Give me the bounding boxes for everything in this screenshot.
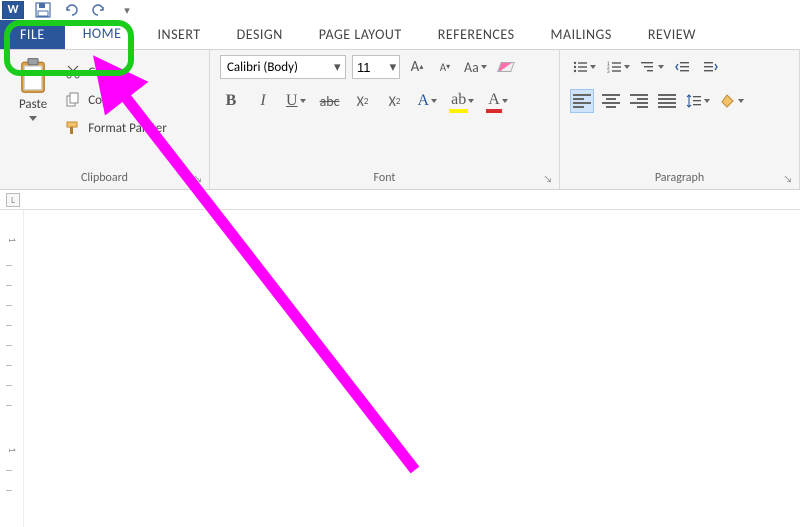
- ribbon: Paste Cut Copy: [0, 50, 800, 190]
- tab-file[interactable]: FILE: [0, 20, 65, 49]
- underline-button[interactable]: U: [284, 89, 308, 113]
- tab-page-layout[interactable]: PAGE LAYOUT: [301, 20, 420, 49]
- format-painter-label: Format Painter: [88, 121, 167, 136]
- ruler-mark: 1: [6, 237, 19, 242]
- align-left-button[interactable]: [570, 89, 594, 113]
- group-clipboard: Paste Cut Copy: [0, 50, 210, 189]
- cut-label: Cut: [88, 65, 106, 80]
- group-clipboard-label: Clipboard ↘: [0, 169, 209, 189]
- numbering-button[interactable]: 123: [604, 55, 632, 79]
- group-paragraph: 123: [560, 50, 800, 189]
- title-bar: W ▾: [0, 0, 800, 20]
- chevron-down-icon[interactable]: ▾: [387, 60, 399, 75]
- font-name-select[interactable]: ▾: [220, 55, 346, 79]
- save-icon[interactable]: [34, 1, 52, 19]
- tab-review[interactable]: REVIEW: [630, 20, 700, 49]
- align-left-icon: [573, 94, 591, 108]
- quick-access-toolbar: ▾: [34, 1, 136, 19]
- cut-button[interactable]: Cut: [64, 61, 199, 83]
- align-right-button[interactable]: [628, 89, 650, 113]
- align-center-icon: [602, 94, 620, 108]
- paste-dropdown-icon[interactable]: [29, 116, 37, 121]
- bullets-button[interactable]: [570, 55, 598, 79]
- font-size-select[interactable]: ▾: [352, 55, 400, 79]
- tab-mailings[interactable]: MAILINGS: [533, 20, 630, 49]
- undo-icon[interactable]: [62, 1, 80, 19]
- tab-design[interactable]: DESIGN: [219, 20, 301, 49]
- clipboard-icon: [18, 57, 48, 95]
- app-icon: W: [2, 1, 24, 19]
- tab-insert[interactable]: INSERT: [140, 20, 219, 49]
- increase-indent-button[interactable]: [700, 55, 722, 79]
- clipboard-launcher-icon[interactable]: ↘: [193, 173, 203, 183]
- scissors-icon: [64, 63, 82, 81]
- paste-button[interactable]: Paste: [10, 55, 56, 169]
- text-effects-button[interactable]: A: [416, 89, 440, 113]
- document-page[interactable]: [24, 210, 800, 527]
- align-right-icon: [630, 94, 648, 108]
- align-center-button[interactable]: [600, 89, 622, 113]
- font-color-button[interactable]: A: [486, 89, 510, 113]
- group-font: ▾ ▾ A▴ A▾ Aa B I U abc X2 X2 A ab: [210, 50, 560, 189]
- tab-references[interactable]: REFERENCES: [420, 20, 533, 49]
- paste-label: Paste: [19, 97, 47, 112]
- eraser-icon: [497, 62, 515, 72]
- svg-text:3: 3: [607, 69, 610, 75]
- multilevel-list-button[interactable]: [638, 55, 666, 79]
- ruler-mark: 1: [6, 447, 19, 452]
- document-area: 1 1: [0, 210, 800, 527]
- group-paragraph-label: Paragraph ↘: [560, 169, 799, 189]
- copy-button[interactable]: Copy: [64, 89, 199, 111]
- font-launcher-icon[interactable]: ↘: [543, 173, 553, 183]
- tab-selector[interactable]: L: [6, 193, 20, 207]
- horizontal-ruler[interactable]: L: [0, 190, 800, 210]
- bold-button[interactable]: B: [220, 89, 242, 113]
- font-name-input[interactable]: [221, 60, 330, 75]
- change-case-button[interactable]: Aa: [462, 55, 489, 79]
- paintbrush-icon: [64, 119, 82, 137]
- tab-home[interactable]: HOME: [65, 20, 140, 49]
- superscript-button[interactable]: X2: [384, 89, 406, 113]
- font-size-input[interactable]: [353, 60, 387, 75]
- decrease-indent-button[interactable]: [672, 55, 694, 79]
- redo-icon[interactable]: [90, 1, 108, 19]
- justify-button[interactable]: [656, 89, 678, 113]
- shading-button[interactable]: [718, 89, 746, 113]
- shrink-font-button[interactable]: A▾: [434, 55, 456, 79]
- format-painter-button[interactable]: Format Painter: [64, 117, 199, 139]
- paragraph-launcher-icon[interactable]: ↘: [783, 173, 793, 183]
- copy-icon: [64, 91, 82, 109]
- copy-label: Copy: [88, 93, 114, 108]
- strikethrough-button[interactable]: abc: [318, 89, 342, 113]
- ribbon-tabs: FILE HOME INSERT DESIGN PAGE LAYOUT REFE…: [0, 20, 800, 50]
- highlight-button[interactable]: ab: [449, 89, 476, 113]
- line-spacing-button[interactable]: [684, 89, 712, 113]
- chevron-down-icon[interactable]: ▾: [330, 60, 346, 75]
- vertical-ruler[interactable]: 1 1: [0, 210, 24, 527]
- clear-formatting-button[interactable]: [495, 55, 517, 79]
- grow-font-button[interactable]: A▴: [406, 55, 428, 79]
- italic-button[interactable]: I: [252, 89, 274, 113]
- group-font-label: Font ↘: [210, 169, 559, 189]
- qat-customize-icon[interactable]: ▾: [118, 1, 136, 19]
- subscript-button[interactable]: X2: [352, 89, 374, 113]
- align-justify-icon: [658, 94, 676, 108]
